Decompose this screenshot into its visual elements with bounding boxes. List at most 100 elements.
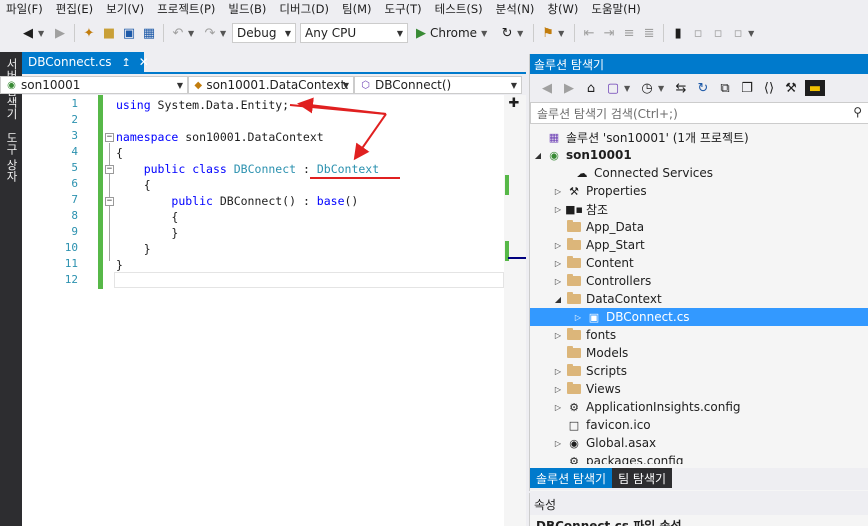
search-icon[interactable]: ⚲ — [853, 105, 862, 119]
code-editor[interactable]: 1 2 3 4 5 6 7 8 9 10 11 12 − − − using S… — [22, 95, 526, 526]
member-select[interactable]: ⬡ DBConnect() ▼ — [354, 76, 522, 94]
tree-item-global-asax[interactable]: ▷ ◉ Global.asax — [530, 434, 868, 452]
collapsed-icon[interactable]: ▷ — [552, 385, 564, 394]
refresh-dropdown-icon[interactable]: ▼ — [517, 29, 525, 38]
preview-selected-icon[interactable]: ▬ — [805, 80, 825, 96]
view-code-icon[interactable]: ⟨⟩ — [761, 80, 777, 96]
redo-dropdown-icon[interactable]: ▼ — [220, 29, 228, 38]
show-all-files-icon[interactable]: ❐ — [739, 80, 755, 96]
refresh-browser-icon[interactable]: ↻ — [499, 25, 515, 41]
menu-view[interactable]: 보기(V) — [102, 0, 153, 18]
find-in-files-icon[interactable]: ⚑ — [540, 25, 556, 41]
filter-dropdown-icon[interactable]: ▼ — [658, 84, 666, 93]
tree-item-datacontext[interactable]: ◢ DataContext — [530, 290, 868, 308]
expanded-icon[interactable]: ◢ — [552, 295, 564, 304]
prev-bookmark-icon[interactable]: ▫ — [690, 25, 706, 41]
collapse-namespace-toggle[interactable]: − — [105, 133, 114, 142]
toolbox-tab[interactable]: 도구 상자 — [4, 132, 20, 182]
menu-file[interactable]: 파일(F) — [2, 0, 52, 18]
tree-item-favicon[interactable]: □ favicon.ico — [530, 416, 868, 434]
menu-team[interactable]: 팀(M) — [338, 0, 380, 18]
editor-vertical-scrollbar[interactable]: ✚ — [504, 95, 526, 526]
tree-item-dbconnect-cs[interactable]: ▷ ▣ DBConnect.cs — [530, 308, 868, 326]
tree-item-references[interactable]: ▷ ■▪ 참조 — [530, 200, 868, 218]
collapse-all-icon[interactable]: ⧉ — [717, 80, 733, 96]
switch-views-icon[interactable]: ▢ — [605, 80, 621, 96]
type-select[interactable]: ◆ son10001.DataContext. ▼ — [188, 76, 354, 94]
solution-platform-select[interactable]: Any CPU ▼ — [300, 23, 408, 43]
save-icon[interactable]: ▣ — [121, 25, 137, 41]
new-project-icon[interactable]: ✦ — [81, 25, 97, 41]
toolbar-customize-icon[interactable]: ▼ — [748, 29, 756, 38]
menu-tools[interactable]: 도구(T) — [380, 0, 430, 18]
collapsed-icon[interactable]: ▷ — [552, 187, 564, 196]
undo-icon[interactable]: ↶ — [170, 25, 186, 41]
collapsed-icon[interactable]: ▷ — [552, 277, 564, 286]
redo-icon[interactable]: ↷ — [202, 25, 218, 41]
forward-icon[interactable]: ▶ — [52, 25, 68, 41]
forward-icon[interactable]: ▶ — [561, 80, 577, 96]
tab-dbconnect-cs[interactable]: DBConnect.cs ↥ ✕ — [22, 52, 149, 72]
indent-icon[interactable]: ⇤ — [581, 25, 597, 41]
collapse-class-toggle[interactable]: − — [105, 165, 114, 174]
collapsed-icon[interactable]: ▷ — [552, 439, 564, 448]
undo-dropdown-icon[interactable]: ▼ — [188, 29, 196, 38]
back-icon[interactable]: ◀ — [20, 25, 36, 41]
switch-views-dropdown-icon[interactable]: ▼ — [624, 84, 632, 93]
solution-explorer-search-input[interactable]: 솔루션 탐색기 검색(Ctrl+;) ⚲ — [530, 102, 868, 124]
solution-configuration-select[interactable]: Debug ▼ — [232, 23, 296, 43]
close-icon[interactable]: ✕ — [139, 55, 149, 69]
comment-icon[interactable]: ≡ — [621, 25, 637, 41]
menu-build[interactable]: 빌드(B) — [224, 0, 275, 18]
tree-item-project[interactable]: ◢ ◉ son10001 — [530, 146, 868, 164]
next-bookmark-icon[interactable]: ▫ — [710, 25, 726, 41]
collapsed-icon[interactable]: ▷ — [572, 313, 584, 322]
save-all-icon[interactable]: ▦ — [141, 25, 157, 41]
tree-item-content[interactable]: ▷ Content — [530, 254, 868, 272]
menu-edit[interactable]: 편집(E) — [52, 0, 102, 18]
run-target-dropdown-icon[interactable]: ▼ — [481, 29, 489, 38]
start-debugging-button[interactable]: ▶ Chrome ▼ — [412, 26, 497, 41]
collapsed-icon[interactable]: ▷ — [552, 331, 564, 340]
tab-team-explorer[interactable]: 팀 탐색기 — [612, 468, 673, 488]
clear-bookmarks-icon[interactable]: ▫ — [730, 25, 746, 41]
refresh-icon[interactable]: ↻ — [695, 80, 711, 96]
tree-item-scripts[interactable]: ▷ Scripts — [530, 362, 868, 380]
collapsed-icon[interactable]: ▷ — [552, 205, 564, 214]
toolbar-overflow-icon[interactable]: ▼ — [558, 29, 566, 38]
tree-item-app-data[interactable]: App_Data — [530, 218, 868, 236]
menu-debug[interactable]: 디버그(D) — [275, 0, 338, 18]
tree-item-properties[interactable]: ▷ ⚒ Properties — [530, 182, 868, 200]
menu-project[interactable]: 프로젝트(P) — [153, 0, 224, 18]
tree-item-connected-services[interactable]: ☁ Connected Services — [530, 164, 868, 182]
uncomment-icon[interactable]: ≣ — [641, 25, 657, 41]
tree-item-controllers[interactable]: ▷ Controllers — [530, 272, 868, 290]
project-select[interactable]: ◉ son10001 ▼ — [0, 76, 188, 94]
tree-item-solution[interactable]: ▦ 솔루션 'son10001' (1개 프로젝트) — [530, 128, 868, 146]
tree-item-app-start[interactable]: ▷ App_Start — [530, 236, 868, 254]
home-icon[interactable]: ⌂ — [583, 80, 599, 96]
tree-item-packages-config[interactable]: ⚙ packages.config — [530, 452, 868, 464]
back-icon[interactable]: ◀ — [539, 80, 555, 96]
menu-analyze[interactable]: 분석(N) — [492, 0, 544, 18]
tree-item-models[interactable]: Models — [530, 344, 868, 362]
tab-solution-explorer[interactable]: 솔루션 탐색기 — [530, 468, 613, 488]
collapsed-icon[interactable]: ▷ — [552, 241, 564, 250]
sync-with-document-icon[interactable]: ⇆ — [673, 80, 689, 96]
collapsed-icon[interactable]: ▷ — [552, 259, 564, 268]
bookmark-icon[interactable]: ▮ — [670, 25, 686, 41]
menu-test[interactable]: 테스트(S) — [431, 0, 492, 18]
back-dropdown-icon[interactable]: ▼ — [38, 29, 46, 38]
tree-item-applicationinsights-config[interactable]: ▷ ⚙ ApplicationInsights.config — [530, 398, 868, 416]
collapsed-icon[interactable]: ▷ — [552, 403, 564, 412]
expanded-icon[interactable]: ◢ — [532, 151, 544, 160]
tree-item-fonts[interactable]: ▷ fonts — [530, 326, 868, 344]
menu-help[interactable]: 도움말(H) — [587, 0, 649, 18]
split-window-icon[interactable]: ✚ — [507, 97, 521, 111]
pin-icon[interactable]: ↥ — [122, 56, 131, 69]
collapsed-icon[interactable]: ▷ — [552, 367, 564, 376]
collapse-constructor-toggle[interactable]: − — [105, 197, 114, 206]
tree-item-views[interactable]: ▷ Views — [530, 380, 868, 398]
outdent-icon[interactable]: ⇥ — [601, 25, 617, 41]
properties-wrench-icon[interactable]: ⚒ — [783, 80, 799, 96]
